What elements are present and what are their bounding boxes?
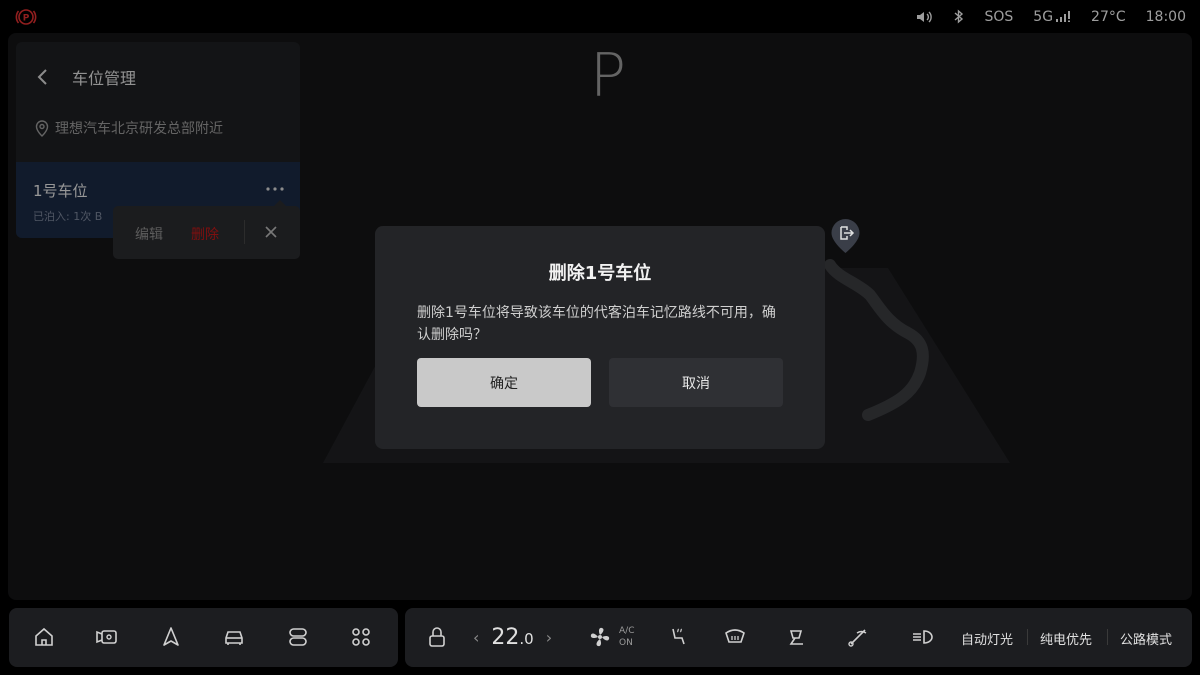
dialog-message: 删除1号车位将导致该车位的代客泊车记忆路线不可用，确认删除吗？	[417, 305, 776, 343]
exit-marker-icon	[831, 219, 860, 253]
camera-icon[interactable]	[95, 625, 119, 649]
seat-heating-icon[interactable]	[665, 625, 689, 649]
ac-state: ON	[619, 638, 633, 648]
edit-menu-item[interactable]: 编辑	[135, 224, 163, 244]
more-icon[interactable]	[264, 182, 286, 196]
network-label: 5G	[1033, 8, 1054, 25]
status-bar: P SOS 5G 27°C 18:00	[0, 0, 1200, 33]
panel-header: 车位管理	[34, 64, 136, 90]
mode-divider	[1027, 629, 1028, 645]
slot-name: 1号车位	[33, 182, 88, 200]
home-icon[interactable]	[32, 625, 56, 649]
car-icon[interactable]	[222, 625, 246, 649]
location-pin-icon	[35, 119, 49, 137]
navigation-icon[interactable]	[159, 625, 183, 649]
wiper-icon[interactable]	[847, 625, 871, 649]
confirm-button[interactable]: 确定	[417, 358, 591, 407]
network-indicator: 5G	[1033, 9, 1071, 25]
volume-icon[interactable]	[916, 10, 934, 24]
ac-label: A/C	[619, 626, 635, 636]
mode-divider	[1107, 629, 1108, 645]
parking-brake-icon: P	[15, 9, 37, 25]
location-label: 理想汽车北京研发总部附近	[55, 121, 223, 137]
clock: 18:00	[1145, 8, 1186, 25]
cancel-button[interactable]: 取消	[609, 358, 783, 407]
back-icon[interactable]	[34, 67, 52, 87]
highway-mode[interactable]: 公路模式	[1120, 629, 1172, 648]
gear-indicator: P	[589, 41, 627, 111]
lock-icon[interactable]	[425, 625, 449, 649]
fan-icon[interactable]	[588, 625, 612, 649]
menu-caret	[273, 200, 287, 207]
panel-title: 车位管理	[72, 69, 137, 88]
temp-increase-button[interactable]: ›	[546, 628, 552, 647]
svg-text:P: P	[23, 14, 30, 24]
dock-climate: ‹ 22.0 › A/C ON 自动灯光 纯电优先 公路模式	[405, 608, 1192, 667]
temperature-value: 22.0	[491, 625, 533, 650]
temp-integer: 22	[491, 625, 520, 650]
slot-meta: 已泊入: 1次 B	[33, 210, 103, 223]
delete-dialog: 删除1号车位 删除1号车位将导致该车位的代客泊车记忆路线不可用，确认删除吗？ 确…	[375, 226, 825, 449]
sos-label[interactable]: SOS	[984, 9, 1013, 25]
temperature-control: ‹ 22.0 ›	[473, 620, 552, 655]
dock-navigation	[9, 608, 398, 667]
close-icon[interactable]	[263, 224, 279, 240]
toggle-icon[interactable]	[286, 625, 310, 649]
menu-divider	[244, 220, 245, 244]
bluetooth-icon[interactable]	[954, 9, 964, 24]
ac-status[interactable]: A/C ON	[619, 625, 634, 649]
delete-menu-item[interactable]: 删除	[191, 224, 219, 244]
temp-decimal: .0	[519, 630, 534, 648]
dialog-title: 删除1号车位	[548, 263, 652, 284]
location-row: 理想汽车北京研发总部附近	[35, 118, 223, 138]
temp-decrease-button[interactable]: ‹	[473, 628, 479, 647]
apps-icon[interactable]	[349, 625, 373, 649]
ev-priority-mode[interactable]: 纯电优先	[1040, 629, 1092, 648]
headlight-icon[interactable]	[910, 625, 936, 649]
mirror-icon[interactable]	[785, 625, 809, 649]
outside-temperature: 27°C	[1091, 8, 1126, 25]
defrost-icon[interactable]	[723, 625, 747, 649]
context-menu: 编辑 删除	[113, 200, 300, 259]
auto-lights-mode[interactable]: 自动灯光	[961, 629, 1013, 648]
